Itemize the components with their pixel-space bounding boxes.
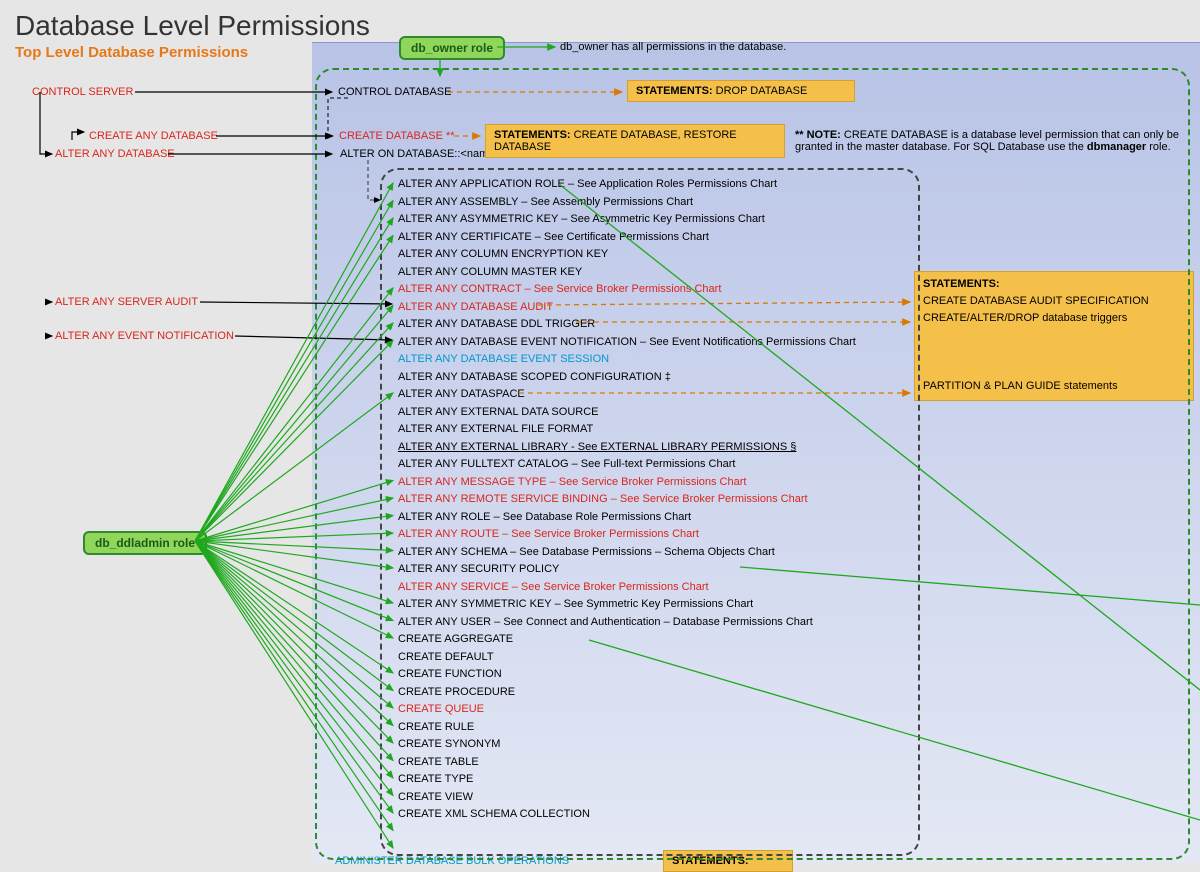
perm-item: ALTER ANY COLUMN MASTER KEY — [398, 264, 856, 282]
perm-item: ALTER ANY SYMMETRIC KEY – See Symmetric … — [398, 596, 856, 614]
perm-item: ALTER ANY ROUTE – See Service Broker Per… — [398, 526, 856, 544]
perm-item: ALTER ANY CERTIFICATE – See Certificate … — [398, 229, 856, 247]
perm-item: CREATE XML SCHEMA COLLECTION — [398, 806, 856, 824]
perm-item: ALTER ANY EXTERNAL DATA SOURCE — [398, 404, 856, 422]
perm-item: CREATE DEFAULT — [398, 649, 856, 667]
create-any-database: CREATE ANY DATABASE — [89, 130, 218, 142]
perm-item: ALTER ANY FULLTEXT CATALOG – See Full-te… — [398, 456, 856, 474]
perm-item: ALTER ANY DATABASE SCOPED CONFIGURATION … — [398, 369, 856, 387]
control-database: CONTROL DATABASE — [338, 86, 451, 98]
db-owner-note: db_owner has all permissions in the data… — [560, 41, 786, 53]
perm-item: ALTER ANY MESSAGE TYPE – See Service Bro… — [398, 474, 856, 492]
create-db-statement: STATEMENTS: CREATE DATABASE, RESTORE DAT… — [485, 124, 785, 158]
right-statements: STATEMENTS: CREATE DATABASE AUDIT SPECIF… — [914, 271, 1194, 401]
perm-item: ALTER ANY CONTRACT – See Service Broker … — [398, 281, 856, 299]
perm-item: ALTER ANY REMOTE SERVICE BINDING – See S… — [398, 491, 856, 509]
perm-item: CREATE RULE — [398, 719, 856, 737]
alter-any-server-audit: ALTER ANY SERVER AUDIT — [55, 296, 198, 308]
create-database: CREATE DATABASE ** — [339, 130, 455, 142]
perm-item: CREATE TYPE — [398, 771, 856, 789]
perm-item: ALTER ANY COLUMN ENCRYPTION KEY — [398, 246, 856, 264]
perm-item: ALTER ANY DATASPACE — [398, 386, 856, 404]
perm-item: ALTER ANY DATABASE DDL TRIGGER — [398, 316, 856, 334]
perm-item: ALTER ANY DATABASE EVENT SESSION — [398, 351, 856, 369]
perm-item: CREATE TABLE — [398, 754, 856, 772]
perm-item: ALTER ANY EXTERNAL FILE FORMAT — [398, 421, 856, 439]
perm-item: ALTER ANY ROLE – See Database Role Permi… — [398, 509, 856, 527]
bottom-statements: STATEMENTS: — [663, 850, 793, 872]
alter-on-database: ALTER ON DATABASE::<name> — [340, 148, 501, 160]
perm-item: CREATE QUEUE — [398, 701, 856, 719]
perm-item: ALTER ANY APPLICATION ROLE – See Applica… — [398, 176, 856, 194]
perm-item: CREATE AGGREGATE — [398, 631, 856, 649]
db-owner-role-badge: db_owner role — [399, 36, 505, 60]
alter-any-event-notification: ALTER ANY EVENT NOTIFICATION — [55, 330, 234, 342]
perm-item: CREATE VIEW — [398, 789, 856, 807]
perm-item: ALTER ANY SECURITY POLICY — [398, 561, 856, 579]
perm-item: CREATE PROCEDURE — [398, 684, 856, 702]
perm-item: CREATE FUNCTION — [398, 666, 856, 684]
permission-list: ALTER ANY APPLICATION ROLE – See Applica… — [398, 176, 856, 824]
create-db-note: ** NOTE: CREATE DATABASE is a database l… — [795, 129, 1195, 153]
perm-item: ALTER ANY ASSEMBLY – See Assembly Permis… — [398, 194, 856, 212]
control-server: CONTROL SERVER — [32, 86, 133, 98]
perm-item: ALTER ANY EXTERNAL LIBRARY - See EXTERNA… — [398, 439, 856, 457]
drop-db-statement: STATEMENTS: DROP DATABASE — [627, 80, 855, 102]
page-title: Database Level Permissions — [0, 0, 1200, 44]
perm-item: ALTER ANY ASYMMETRIC KEY – See Asymmetri… — [398, 211, 856, 229]
perm-item: ALTER ANY DATABASE EVENT NOTIFICATION – … — [398, 334, 856, 352]
admin-bulk-ops: ADMINISTER DATABASE BULK OPERATIONS — [335, 855, 569, 867]
perm-item: ALTER ANY USER – See Connect and Authent… — [398, 614, 856, 632]
perm-item: CREATE SYNONYM — [398, 736, 856, 754]
alter-any-database: ALTER ANY DATABASE — [55, 148, 175, 160]
perm-item: ALTER ANY DATABASE AUDIT — [398, 299, 856, 317]
perm-item: ALTER ANY SERVICE – See Service Broker P… — [398, 579, 856, 597]
perm-item: ALTER ANY SCHEMA – See Database Permissi… — [398, 544, 856, 562]
db-ddladmin-role-badge: db_ddladmin role — [83, 531, 207, 555]
